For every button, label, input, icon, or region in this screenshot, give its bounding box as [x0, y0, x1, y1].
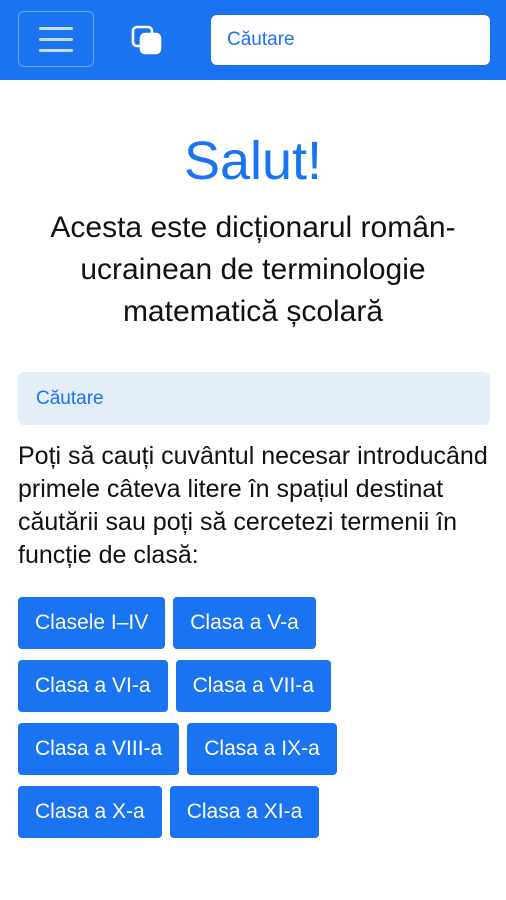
grade-row: Clasele I–IV Clasa a V-a — [18, 597, 316, 649]
hamburger-line — [39, 48, 73, 52]
grade-button-9[interactable]: Clasa a IX-a — [187, 723, 337, 775]
grade-button-10[interactable]: Clasa a X-a — [18, 786, 162, 838]
search-input[interactable] — [18, 372, 490, 425]
menu-button[interactable] — [18, 11, 94, 67]
header-search-input[interactable] — [211, 15, 490, 65]
intro-text: Poți să cauți cuvântul necesar introducâ… — [18, 442, 488, 569]
page-subtitle: Acesta este dicționarul român-ucrainean … — [50, 211, 456, 328]
copy-icon[interactable] — [130, 24, 164, 56]
grade-button-5[interactable]: Clasa a V-a — [173, 597, 316, 649]
grade-button-8[interactable]: Clasa a VIII-a — [18, 723, 180, 775]
top-navbar — [0, 0, 506, 80]
hamburger-line — [39, 26, 73, 30]
grade-button-7[interactable]: Clasa a VII-a — [175, 660, 331, 712]
hamburger-line — [39, 37, 73, 41]
grade-row: Clasa a VIII-a Clasa a IX-a — [18, 723, 337, 775]
grade-row: Clasa a VI-a Clasa a VII-a — [18, 660, 331, 712]
grade-button-11[interactable]: Clasa a XI-a — [169, 786, 320, 838]
grade-button-6[interactable]: Clasa a VI-a — [18, 660, 168, 712]
page-title: Salut! — [183, 131, 323, 191]
grade-row: Clasa a X-a Clasa a XI-a — [18, 786, 320, 838]
grade-button-1-4[interactable]: Clasele I–IV — [18, 597, 166, 649]
